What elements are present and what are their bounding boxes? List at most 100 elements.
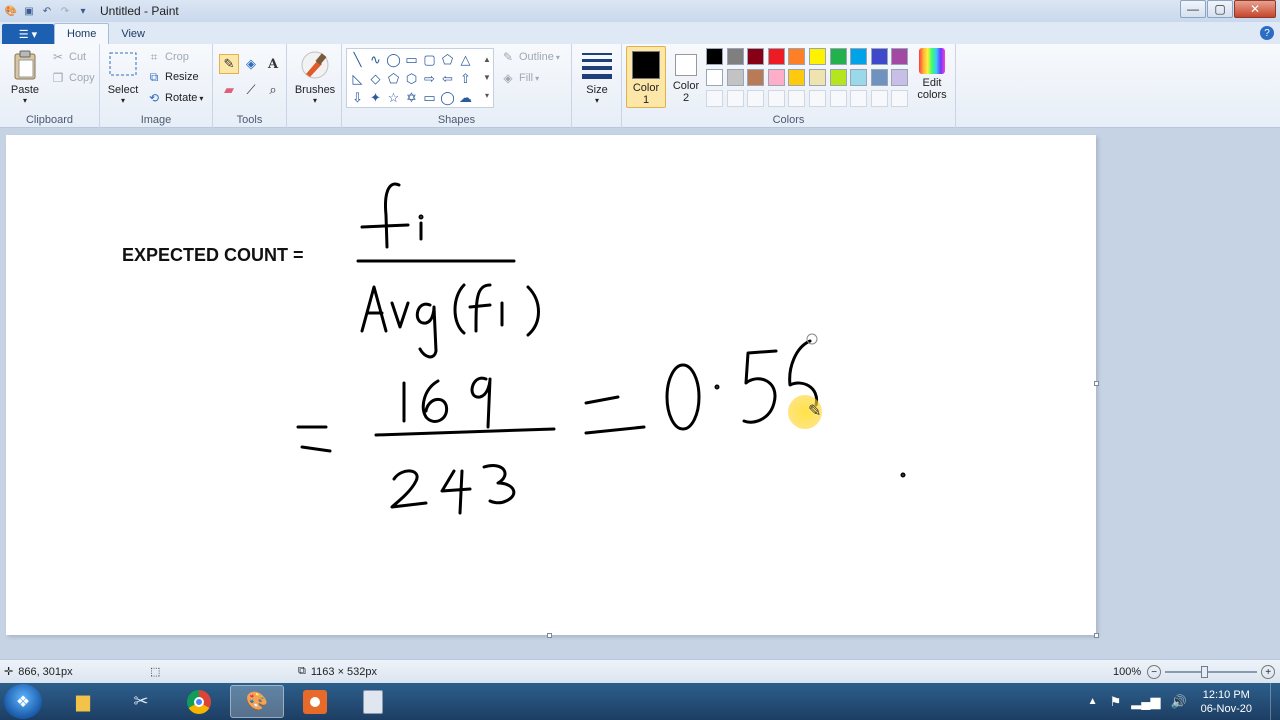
oval-callout-shape-icon[interactable]: ◯ (439, 89, 456, 106)
right-triangle-shape-icon[interactable]: ◺ (349, 70, 366, 87)
palette-swatch[interactable] (767, 48, 785, 65)
zoom-slider[interactable] (1165, 665, 1258, 679)
network-icon[interactable]: ▂▄▆ (1131, 694, 1160, 710)
text-tool[interactable]: A (263, 54, 283, 74)
palette-swatch[interactable] (706, 48, 723, 65)
color2-button[interactable]: Color 2 (668, 46, 704, 108)
palette-swatch-empty[interactable] (767, 90, 785, 107)
palette-swatch-empty[interactable] (891, 90, 909, 107)
taskbar-paint[interactable]: 🎨 (230, 685, 284, 718)
five-point-star-shape-icon[interactable]: ☆ (385, 89, 402, 106)
show-hidden-icons[interactable]: ▲ (1088, 696, 1098, 707)
left-arrow-shape-icon[interactable]: ⇦ (439, 70, 456, 87)
palette-swatch[interactable] (788, 69, 806, 86)
drawing-canvas[interactable]: EXPECTED COUNT = ✎ (6, 135, 1096, 635)
volume-icon[interactable]: 🔊 (1170, 694, 1186, 710)
zoom-in-icon[interactable]: + (1261, 665, 1276, 679)
taskbar-explorer[interactable]: ▆ (56, 685, 110, 718)
rotate-button[interactable]: ⟲ Rotate ▾ (146, 89, 203, 107)
right-arrow-shape-icon[interactable]: ⇨ (421, 70, 438, 87)
save-icon[interactable]: ▣ (22, 4, 36, 18)
diamond-shape-icon[interactable]: ◇ (367, 70, 384, 87)
palette-swatch[interactable] (726, 48, 744, 65)
action-center-icon[interactable]: ⚑ (1110, 694, 1122, 710)
pentagon-shape-icon[interactable]: ⬠ (385, 70, 402, 87)
palette-swatch[interactable] (891, 69, 909, 86)
help-icon[interactable]: ? (1260, 26, 1274, 40)
palette-swatch[interactable] (829, 48, 847, 65)
shapes-scroll[interactable]: ▲ ▼ ▾ (482, 51, 492, 105)
palette-swatch[interactable] (747, 48, 765, 65)
canvas-resize-handle-right[interactable] (1094, 381, 1099, 386)
palette-swatch-empty[interactable] (788, 90, 806, 107)
cut-button[interactable]: ✂ Cut (50, 48, 86, 66)
palette-swatch-empty[interactable] (850, 90, 868, 107)
palette-swatch-empty[interactable] (829, 90, 847, 107)
rect-callout-shape-icon[interactable]: ▭ (421, 89, 438, 106)
minimize-button[interactable]: — (1180, 0, 1206, 18)
rectangle-shape-icon[interactable]: ▭ (403, 51, 420, 68)
select-button[interactable]: Select ▾ (106, 50, 140, 105)
resize-button[interactable]: ⧉ Resize (146, 68, 199, 86)
palette-swatch-empty[interactable] (747, 90, 765, 107)
copy-button[interactable]: ❐ Copy (50, 69, 95, 87)
tab-view[interactable]: View (109, 23, 157, 44)
zoom-out-icon[interactable]: − (1147, 665, 1162, 679)
taskbar-chrome[interactable] (172, 685, 226, 718)
paint-app-icon[interactable]: 🎨 (4, 4, 18, 18)
triangle-shape-icon[interactable]: △ (457, 51, 474, 68)
canvas-resize-handle-corner[interactable] (1094, 633, 1099, 638)
palette-swatch-empty[interactable] (870, 90, 888, 107)
size-button[interactable]: Size ▾ (580, 50, 614, 105)
curve-shape-icon[interactable]: ∿ (367, 51, 384, 68)
tab-home[interactable]: Home (54, 23, 110, 44)
file-menu-button[interactable]: ☰ ▾ (2, 24, 54, 44)
paste-button[interactable]: Paste ▾ (8, 50, 42, 105)
palette-swatch[interactable] (809, 69, 826, 86)
color1-button[interactable]: Color 1 (626, 46, 666, 108)
palette-swatch[interactable] (809, 48, 826, 65)
close-button[interactable]: ✕ (1234, 0, 1276, 18)
color-picker-tool[interactable]: ⟋ (241, 80, 261, 100)
eraser-tool[interactable]: ▰ (219, 80, 239, 100)
edit-colors-button[interactable]: Edit colors (912, 48, 952, 101)
rounded-rectangle-shape-icon[interactable]: ▢ (421, 51, 438, 68)
palette-swatch[interactable] (891, 48, 909, 65)
palette-swatch[interactable] (870, 48, 888, 65)
palette-swatch-empty[interactable] (706, 90, 723, 107)
palette-swatch[interactable] (767, 69, 785, 86)
crop-button[interactable]: ⌗ Crop (146, 48, 189, 66)
six-point-star-shape-icon[interactable]: ✡ (403, 89, 420, 106)
start-button[interactable]: ❖ (4, 684, 42, 719)
magnifier-tool[interactable]: ⌕ (263, 80, 283, 100)
customize-toolbar-icon[interactable]: ▾ (76, 4, 90, 18)
palette-swatch[interactable] (788, 48, 806, 65)
brushes-button[interactable]: Brushes ▾ (295, 50, 335, 105)
undo-icon[interactable]: ↶ (40, 4, 54, 18)
clock[interactable]: 12:10 PM 06-Nov-20 (1201, 688, 1252, 716)
canvas-resize-handle-bottom[interactable] (547, 633, 552, 638)
redo-icon[interactable]: ↷ (58, 4, 72, 18)
palette-swatch[interactable] (747, 69, 765, 86)
palette-swatch[interactable] (706, 69, 723, 86)
palette-swatch-empty[interactable] (726, 90, 744, 107)
up-arrow-shape-icon[interactable]: ⇧ (457, 70, 474, 87)
fill-button[interactable]: ◈ Fill ▾ (500, 69, 539, 87)
pencil-tool[interactable]: ✎ (219, 54, 239, 74)
palette-swatch-empty[interactable] (809, 90, 826, 107)
palette-swatch[interactable] (726, 69, 744, 86)
palette-swatch[interactable] (850, 69, 868, 86)
taskbar-snipping-tool[interactable]: ✂ (114, 685, 168, 718)
taskbar-recorder[interactable] (288, 685, 342, 718)
zoom-slider-thumb[interactable] (1201, 666, 1209, 678)
palette-swatch[interactable] (850, 48, 868, 65)
taskbar-calculator[interactable] (346, 685, 400, 718)
line-shape-icon[interactable]: ╲ (349, 51, 366, 68)
show-desktop-button[interactable] (1270, 683, 1280, 720)
down-arrow-shape-icon[interactable]: ⇩ (349, 89, 366, 106)
palette-swatch[interactable] (870, 69, 888, 86)
palette-swatch[interactable] (829, 69, 847, 86)
polygon-shape-icon[interactable]: ⬠ (439, 51, 456, 68)
hexagon-shape-icon[interactable]: ⬡ (403, 70, 420, 87)
cloud-callout-shape-icon[interactable]: ☁ (457, 89, 474, 106)
